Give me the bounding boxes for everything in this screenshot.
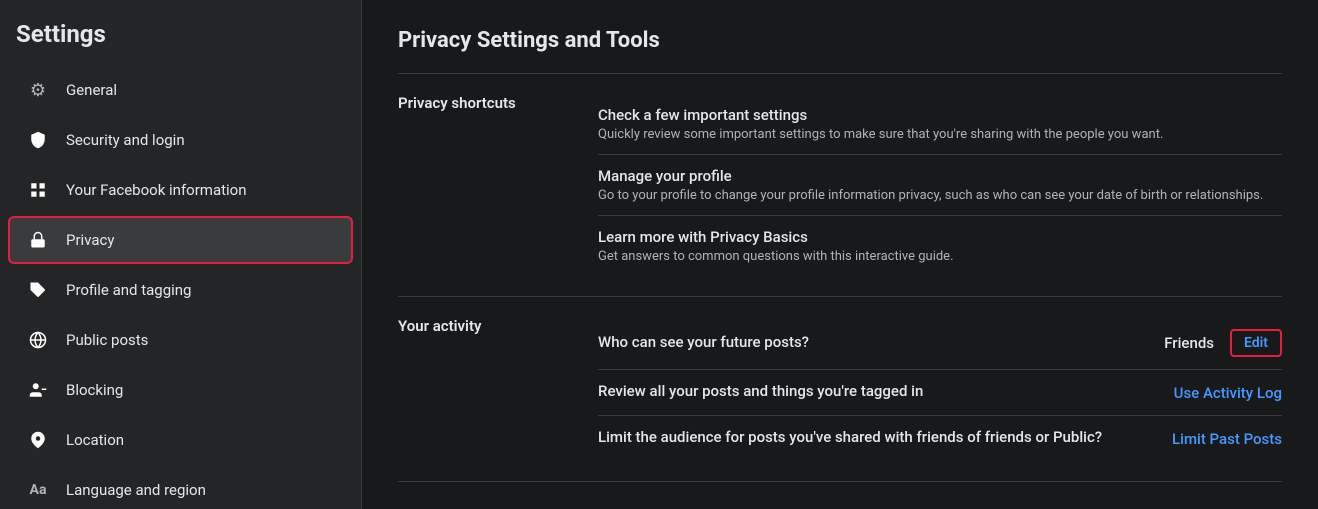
sidebar-item-label-privacy: Privacy (66, 231, 114, 249)
sidebar-item-profile-tagging[interactable]: Profile and tagging (8, 266, 353, 314)
sidebar-item-label-facebook-info: Your Facebook information (66, 181, 247, 199)
row-actions-future-posts: Friends Edit (1164, 329, 1282, 357)
row-sub-check-settings: Quickly review some important settings t… (598, 127, 1282, 142)
blocking-icon (24, 376, 52, 404)
main-title: Privacy Settings and Tools (398, 28, 1282, 53)
row-limit-audience: Limit the audience for posts you've shar… (598, 416, 1282, 461)
row-heading-privacy-basics: Learn more with Privacy Basics (598, 228, 1282, 246)
sidebar-title: Settings (0, 20, 361, 64)
sidebar-item-facebook-info[interactable]: Your Facebook information (8, 166, 353, 214)
row-text-limit-audience: Limit the audience for posts you've shar… (598, 428, 1152, 449)
sidebar-item-label-public-posts: Public posts (66, 331, 148, 349)
section-your-activity: Your activity Who can see your future pos… (398, 297, 1282, 482)
privacy-icon (24, 226, 52, 254)
sidebar-item-public-posts[interactable]: Public posts (8, 316, 353, 364)
row-heading-manage-profile: Manage your profile (598, 167, 1282, 185)
row-value-future-posts: Friends (1164, 334, 1214, 352)
sidebar-item-general[interactable]: ⚙ General (8, 66, 353, 114)
row-future-posts: Who can see your future posts? Friends Edi… (598, 317, 1282, 370)
edit-button-future-posts[interactable]: Edit (1230, 329, 1282, 357)
section-label-your-activity: Your activity (398, 317, 558, 461)
row-heading-future-posts: Who can see your future posts? (598, 333, 1144, 351)
row-actions-limit-audience: Limit Past Posts (1172, 430, 1282, 448)
row-sub-manage-profile: Go to your profile to change your profil… (598, 188, 1282, 203)
row-actions-review-posts: Use Activity Log (1174, 384, 1282, 402)
row-review-posts: Review all your posts and things you're … (598, 370, 1282, 416)
sidebar-item-privacy[interactable]: Privacy (8, 216, 353, 264)
row-heading-limit-audience: Limit the audience for posts you've shar… (598, 428, 1152, 446)
action-link-limit-audience[interactable]: Limit Past Posts (1172, 430, 1282, 448)
sidebar-item-security[interactable]: Security and login (8, 116, 353, 164)
sidebar-item-location[interactable]: Location (8, 416, 353, 464)
row-text-manage-profile: Manage your profile Go to your profile to… (598, 167, 1282, 203)
row-text-privacy-basics: Learn more with Privacy Basics Get answer… (598, 228, 1282, 264)
sidebar-item-label-blocking: Blocking (66, 381, 123, 399)
profile-tagging-icon (24, 276, 52, 304)
sidebar: Settings ⚙ General Security and login Your … (0, 0, 362, 509)
sidebar-item-language[interactable]: Aa Language and region (8, 466, 353, 509)
row-heading-review-posts: Review all your posts and things you're … (598, 382, 1154, 400)
row-text-review-posts: Review all your posts and things you're … (598, 382, 1154, 403)
location-icon (24, 426, 52, 454)
action-link-review-posts[interactable]: Use Activity Log (1174, 384, 1282, 402)
general-icon: ⚙ (24, 76, 52, 104)
row-privacy-basics: Learn more with Privacy Basics Get answer… (598, 216, 1282, 276)
sidebar-item-label-general: General (66, 81, 117, 99)
row-check-settings: Check a few important settings Quickly re… (598, 94, 1282, 155)
sidebar-item-label-profile-tagging: Profile and tagging (66, 281, 191, 299)
row-text-check-settings: Check a few important settings Quickly re… (598, 106, 1282, 142)
language-icon: Aa (24, 476, 52, 504)
section-label-privacy-shortcuts: Privacy shortcuts (398, 94, 558, 276)
row-text-future-posts: Who can see your future posts? (598, 333, 1144, 354)
row-heading-check-settings: Check a few important settings (598, 106, 1282, 124)
main-content: Privacy Settings and Tools Privacy short… (362, 0, 1318, 509)
public-posts-icon (24, 326, 52, 354)
sidebar-item-label-location: Location (66, 431, 124, 449)
section-privacy-shortcuts: Privacy shortcuts Check a few important s… (398, 74, 1282, 297)
sidebar-item-blocking[interactable]: Blocking (8, 366, 353, 414)
section-content-privacy-shortcuts: Check a few important settings Quickly re… (598, 94, 1282, 276)
sidebar-item-label-language: Language and region (66, 481, 206, 499)
row-sub-privacy-basics: Get answers to common questions with thi… (598, 249, 1282, 264)
row-manage-profile: Manage your profile Go to your profile to… (598, 155, 1282, 216)
security-icon (24, 126, 52, 154)
facebook-info-icon (24, 176, 52, 204)
section-content-your-activity: Who can see your future posts? Friends Edi… (598, 317, 1282, 461)
sidebar-item-label-security: Security and login (66, 131, 185, 149)
